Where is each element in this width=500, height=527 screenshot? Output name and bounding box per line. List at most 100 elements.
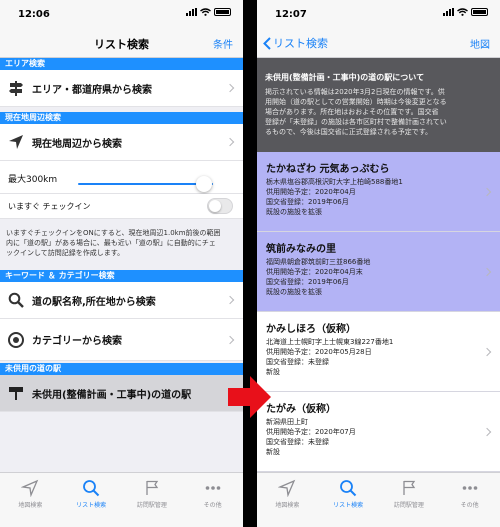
back-button[interactable]: リスト検索 xyxy=(263,35,328,51)
map-arrow-icon xyxy=(278,479,296,497)
distance-slider[interactable] xyxy=(78,183,213,185)
section-unopened-header: 未供用の道の駅 xyxy=(0,363,243,375)
tab-list-search[interactable]: リスト検索 xyxy=(61,473,122,527)
chevron-left-icon xyxy=(263,36,271,50)
station-opening: 供用開始予定：2020年04月末 xyxy=(266,268,363,276)
page-title: リスト検索 xyxy=(94,38,149,51)
conditions-button[interactable]: 条件 xyxy=(213,36,233,51)
tab-visited-management[interactable]: 訪問駅管理 xyxy=(379,473,440,527)
wifi-icon xyxy=(200,8,211,16)
chevron-right-icon xyxy=(225,137,235,147)
signal-icon xyxy=(443,8,454,16)
chevron-right-icon xyxy=(482,267,492,276)
section-area-header: エリア検索 xyxy=(0,58,243,70)
tab-label: リスト検索 xyxy=(76,502,107,509)
chevron-right-icon xyxy=(482,427,492,436)
name-search-row[interactable]: 道の駅名称,所在地から検索 xyxy=(0,282,243,319)
category-search-label: カテゴリーから検索 xyxy=(32,336,122,347)
wifi-icon xyxy=(457,8,468,16)
tab-label: その他 xyxy=(460,502,479,509)
distance-slider-row: 最大300km xyxy=(0,161,243,194)
tab-label: 地図検索 xyxy=(18,502,43,509)
map-arrow-icon xyxy=(21,479,39,497)
station-opening: 供用開始予定：2020年04月 xyxy=(266,188,356,196)
station-type: 新設 xyxy=(266,368,280,376)
station-name: 筑前みなみの里 xyxy=(266,244,336,255)
navigation-bar: リスト検索 条件 xyxy=(0,28,243,58)
chevron-right-icon xyxy=(225,83,235,93)
station-type: 既設の施設を拡張 xyxy=(266,208,322,216)
more-icon xyxy=(205,486,220,490)
section-nearby-header: 現在地周辺検索 xyxy=(0,112,243,124)
station-name: かみしほろ（仮称） xyxy=(266,324,356,335)
unopened-stations-screen: 12:07 リスト検索 地図 未供用(整備計画・工事中)の道の駅について 掲示さ… xyxy=(257,0,500,527)
station-item[interactable]: たかねざわ 元気あっぷむら 栃木県塩谷郡高根沢町大字上柏崎588番地1 供用開始… xyxy=(257,152,500,232)
tab-label: リスト検索 xyxy=(333,502,364,509)
info-body: 掲示されている情報は2020年3月2日現在の情報です。供 用開始（道の駅としての… xyxy=(265,88,447,136)
nearby-search-row[interactable]: 現在地周辺から検索 xyxy=(0,124,243,161)
chevron-right-icon xyxy=(225,295,235,305)
checkin-row: いますぐ チェックイン xyxy=(0,194,243,219)
distance-max-label: 最大300km xyxy=(8,175,58,185)
location-arrow-icon xyxy=(9,135,23,149)
status-bar: 12:07 xyxy=(257,0,500,28)
station-address: 福岡県朝倉郡筑前町三並866番地 xyxy=(266,258,371,266)
distance-slider-knob[interactable] xyxy=(195,176,212,192)
system-indicators xyxy=(186,8,231,16)
status-bar: 12:06 xyxy=(0,0,243,28)
tab-label: 地図検索 xyxy=(275,502,300,509)
tab-bar: 地図検索 リスト検索 訪問駅管理 その他 xyxy=(257,472,500,527)
search-icon xyxy=(8,292,24,308)
tab-map-search[interactable]: 地図検索 xyxy=(257,473,318,527)
station-name: たかねざわ 元気あっぷむら xyxy=(266,164,390,175)
tab-label: 訪問駅管理 xyxy=(393,502,424,509)
tab-list-search[interactable]: リスト検索 xyxy=(318,473,379,527)
chevron-right-icon xyxy=(482,187,492,196)
station-address: 栃木県塩谷郡高根沢町大字上柏崎588番地1 xyxy=(266,178,403,186)
station-opening: 供用開始予定：2020年05月28日 xyxy=(266,348,372,356)
map-button[interactable]: 地図 xyxy=(470,36,490,51)
station-address: 北海道上士幌町字上士幌東3線227番地1 xyxy=(266,338,394,346)
target-icon xyxy=(8,331,24,348)
tab-other[interactable]: その他 xyxy=(182,473,243,527)
checkin-label: いますぐ チェックイン xyxy=(8,201,91,211)
name-search-label: 道の駅名称,所在地から検索 xyxy=(32,296,156,308)
category-search-row[interactable]: カテゴリーから検索 xyxy=(0,319,243,361)
nearby-search-label: 現在地周辺から検索 xyxy=(32,138,122,150)
navigation-bar: リスト検索 地図 xyxy=(257,28,500,58)
section-keyword-header: キーワード ＆ カテゴリー検索 xyxy=(0,270,243,282)
area-search-label: エリア・都道府県から検索 xyxy=(32,84,152,96)
flag-icon xyxy=(146,480,159,495)
list-search-screen: 12:06 リスト検索 条件 エリア検索 エリア・都道府県から検索 現在地周辺検… xyxy=(0,0,243,527)
info-notice: 未供用(整備計画・工事中)の道の駅について 掲示されている情報は2020年3月2… xyxy=(257,58,500,152)
tab-label: その他 xyxy=(203,502,222,509)
tab-other[interactable]: その他 xyxy=(439,473,500,527)
station-item[interactable]: かみしほろ（仮称） 北海道上士幌町字上士幌東3線227番地1 供用開始予定：20… xyxy=(257,312,500,392)
checkin-note: いますぐチェックインをONにすると、現在地周辺1.0km前後の範囲 内に「道の駅… xyxy=(6,229,221,257)
chevron-right-icon xyxy=(225,335,235,344)
search-icon xyxy=(340,480,357,497)
unopened-stations-row[interactable]: 未供用(整備計画・工事中)の道の駅 xyxy=(0,375,243,412)
info-title: 未供用(整備計画・工事中)の道の駅について xyxy=(265,73,425,82)
checkin-toggle[interactable] xyxy=(207,198,233,214)
station-registration: 国交省登録：未登録 xyxy=(266,358,329,366)
station-registration: 国交省登録：未登録 xyxy=(266,438,329,446)
station-item[interactable]: 筑前みなみの里 福岡県朝倉郡筑前町三並866番地 供用開始予定：2020年04月… xyxy=(257,232,500,312)
back-label: リスト検索 xyxy=(273,37,328,50)
unopened-stations-label: 未供用(整備計画・工事中)の道の駅 xyxy=(32,389,192,401)
tab-label: 訪問駅管理 xyxy=(136,502,167,509)
area-search-row[interactable]: エリア・都道府県から検索 xyxy=(0,70,243,107)
station-address: 新潟県田上町 xyxy=(266,418,308,426)
battery-icon xyxy=(471,8,488,16)
construction-icon xyxy=(9,387,23,400)
station-type: 新設 xyxy=(266,448,280,456)
tab-map-search[interactable]: 地図検索 xyxy=(0,473,61,527)
search-icon xyxy=(83,480,100,497)
signal-icon xyxy=(186,8,197,16)
flag-icon xyxy=(403,480,416,495)
chevron-right-icon xyxy=(482,347,492,356)
status-time: 12:07 xyxy=(275,9,307,20)
station-item[interactable]: たがみ（仮称） 新潟県田上町 供用開始予定：2020年07月 国交省登録：未登録… xyxy=(257,392,500,472)
station-opening: 供用開始予定：2020年07月 xyxy=(266,428,356,436)
tab-visited-management[interactable]: 訪問駅管理 xyxy=(122,473,183,527)
